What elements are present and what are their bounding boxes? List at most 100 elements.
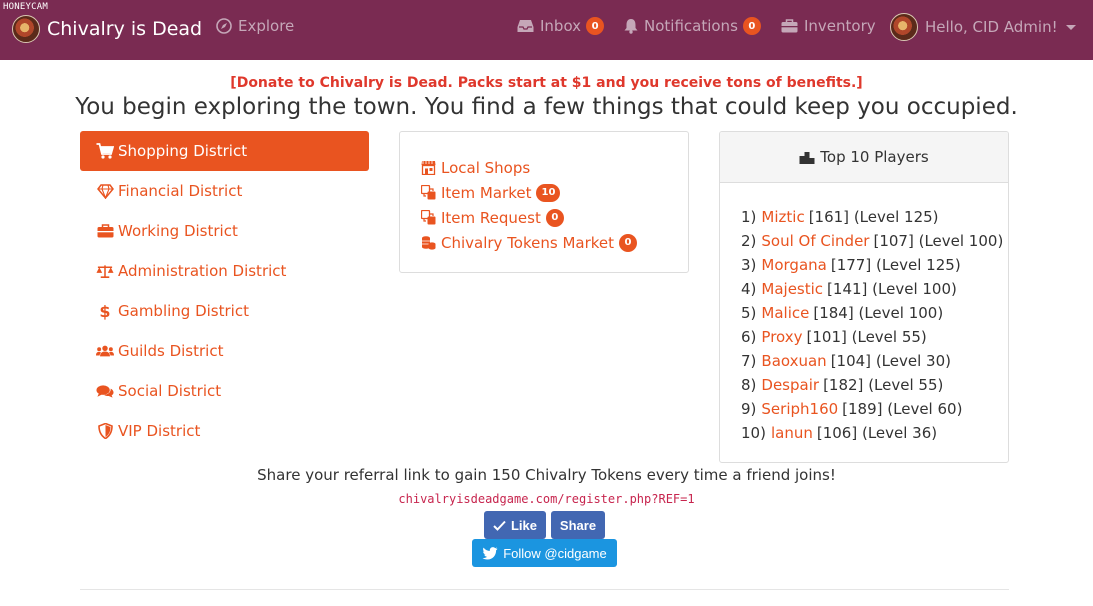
player-id: [104]	[830, 352, 872, 370]
dollar-icon: $	[99, 301, 111, 321]
tokens-market-badge: 0	[619, 233, 638, 252]
district-shopping[interactable]: Shopping District	[80, 131, 369, 171]
link-label: Item Request	[441, 208, 541, 227]
district-label: Social District	[118, 382, 222, 400]
link-item-market[interactable]: Item Market 10	[400, 180, 688, 205]
nav-inbox-label: Inbox	[540, 17, 582, 35]
player-rank: 3)	[741, 256, 757, 274]
follow-label: Follow @cidgame	[503, 545, 607, 561]
coins-icon	[421, 235, 437, 250]
donate-banner-link[interactable]: [Donate to Chivalry is Dead. Packs start…	[0, 75, 1093, 91]
player-name-link[interactable]: Morgana	[761, 256, 826, 274]
player-level: (Level 30)	[875, 352, 951, 370]
district-label: Gambling District	[118, 302, 249, 320]
district-gambling[interactable]: $ Gambling District	[80, 291, 369, 331]
player-level: (Level 36)	[861, 424, 938, 442]
user-menu-toggle[interactable]: Hello, CID Admin!	[890, 12, 1076, 42]
link-chivalry-tokens-market[interactable]: Chivalry Tokens Market 0	[400, 230, 688, 255]
player-level: (Level 55)	[851, 328, 927, 346]
link-label: Chivalry Tokens Market	[441, 233, 615, 252]
like-label: Like	[510, 517, 537, 533]
item-request-badge: 0	[545, 208, 564, 227]
referral-link[interactable]: chivalryisdeadgame.com/register.php?REF=…	[0, 492, 1093, 506]
player-id: [141]	[827, 280, 868, 298]
player-row: 5) Malice [184] (Level 100)	[741, 301, 1008, 325]
player-rank: 6)	[741, 328, 757, 346]
share-label: Share	[559, 517, 597, 533]
top-players-list: 1) Miztic [161] (Level 125) 2) Soul Of C…	[720, 183, 1008, 445]
briefcase-icon	[781, 19, 798, 33]
district-administration[interactable]: Administration District	[80, 251, 369, 291]
player-level: (Level 100)	[872, 280, 957, 298]
nav-inbox[interactable]: Inbox 0	[517, 14, 605, 38]
top-players-panel: Top 10 Players 1) Miztic [161] (Level 12…	[719, 131, 1009, 463]
player-name-link[interactable]: Malice	[761, 304, 809, 322]
inbox-count-badge: 0	[586, 17, 605, 35]
player-id: [161]	[808, 208, 850, 226]
player-level: (Level 55)	[868, 376, 944, 394]
player-row: 10) lanun [106] (Level 36)	[741, 421, 1008, 445]
district-guilds[interactable]: Guilds District	[80, 331, 369, 371]
district-financial[interactable]: Financial District	[80, 171, 369, 211]
player-name-link[interactable]: lanun	[771, 424, 813, 442]
player-name-link[interactable]: Soul Of Cinder	[761, 232, 869, 250]
link-local-shops[interactable]: Local Shops	[400, 155, 688, 180]
player-name-link[interactable]: Majestic	[761, 280, 823, 298]
player-row: 2) Soul Of Cinder [107] (Level 100)	[741, 229, 1008, 253]
nav-notifications-label: Notifications	[644, 17, 738, 35]
district-label: Financial District	[118, 182, 243, 200]
shield-icon	[96, 423, 114, 439]
player-row: 4) Majestic [141] (Level 100)	[741, 277, 1008, 301]
player-rank: 4)	[741, 280, 757, 298]
player-rank: 9)	[741, 400, 757, 418]
player-id: [182]	[823, 376, 864, 394]
player-name-link[interactable]: Baoxuan	[761, 352, 826, 370]
player-level: (Level 100)	[858, 304, 944, 322]
link-item-request[interactable]: Item Request 0	[400, 205, 688, 230]
chevron-down-icon	[1065, 24, 1076, 30]
player-name-link[interactable]: Despair	[761, 376, 819, 394]
player-row: 1) Miztic [161] (Level 125)	[741, 205, 1008, 229]
facebook-like-button[interactable]: Like	[484, 511, 546, 539]
player-level: (Level 125)	[853, 208, 939, 226]
nav-inventory-label: Inventory	[804, 17, 876, 35]
player-rank: 1)	[741, 208, 757, 226]
twitter-follow-button[interactable]: Follow @cidgame	[472, 539, 617, 567]
nav-explore-label: Explore	[238, 17, 295, 35]
nav-explore[interactable]: Explore	[216, 14, 294, 38]
user-greeting: Hello, CID Admin!	[925, 18, 1058, 36]
check-icon	[493, 520, 506, 531]
district-working[interactable]: Working District	[80, 211, 369, 251]
player-id: [184]	[813, 304, 854, 322]
player-name-link[interactable]: Seriph160	[761, 400, 838, 418]
user-avatar	[890, 13, 918, 41]
exchange-icon	[421, 185, 437, 200]
player-row: 8) Despair [182] (Level 55)	[741, 373, 1008, 397]
player-name-link[interactable]: Proxy	[761, 328, 802, 346]
balance-scale-icon	[96, 264, 114, 279]
player-rank: 5)	[741, 304, 757, 322]
district-vip[interactable]: VIP District	[80, 411, 369, 451]
player-level: (Level 125)	[875, 256, 961, 274]
player-row: 6) Proxy [101] (Level 55)	[741, 325, 1008, 349]
brand-link[interactable]: Chivalry is Dead	[12, 12, 202, 46]
player-id: [107]	[873, 232, 914, 250]
district-social[interactable]: Social District	[80, 371, 369, 411]
district-label: Guilds District	[118, 342, 224, 360]
nav-inventory[interactable]: Inventory	[781, 14, 876, 38]
district-nav: Shopping District Financial District Wor…	[80, 131, 369, 451]
diamond-icon	[96, 183, 114, 199]
briefcase-icon	[96, 224, 114, 238]
item-market-badge: 10	[536, 183, 561, 202]
player-name-link[interactable]: Miztic	[761, 208, 804, 226]
facebook-buttons: Like Share	[484, 511, 605, 539]
player-id: [101]	[806, 328, 847, 346]
district-label: Working District	[118, 222, 238, 240]
brand-logo	[12, 15, 40, 43]
podium-icon	[799, 151, 815, 164]
player-rank: 10)	[741, 424, 766, 442]
player-rank: 2)	[741, 232, 757, 250]
nav-notifications[interactable]: Notifications 0	[624, 14, 761, 38]
link-label: Item Market	[441, 183, 532, 202]
facebook-share-button[interactable]: Share	[551, 511, 605, 539]
